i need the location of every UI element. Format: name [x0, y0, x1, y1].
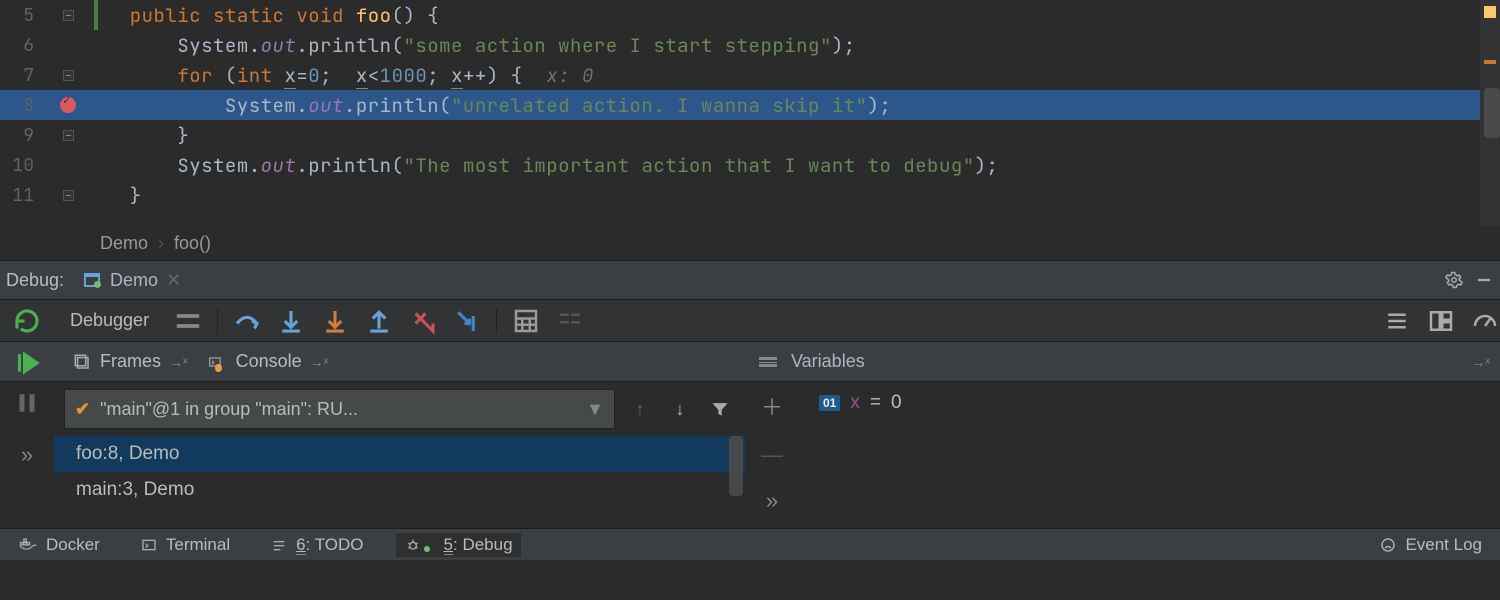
primitive-badge: 01	[819, 395, 840, 411]
frame-item[interactable]: main:3, Demo	[54, 472, 745, 508]
debug-label: Debug:	[6, 270, 64, 291]
restore-layout-button[interactable]	[1426, 306, 1456, 336]
trace-current-stream-chain-button[interactable]	[555, 306, 585, 336]
debug-toolbar: Debugger	[0, 300, 1500, 342]
line-number: 11	[0, 184, 42, 207]
frames-icon	[72, 352, 92, 372]
minimize-icon[interactable]	[1474, 270, 1494, 290]
step-over-button[interactable]	[232, 306, 262, 336]
code-editor[interactable]: 5 public static void foo() { 6 System.ou…	[0, 0, 1500, 226]
variables-label: Variables	[791, 351, 865, 372]
previous-frame-button[interactable]: ↑	[625, 394, 655, 424]
line-number: 7	[0, 64, 42, 87]
debugger-tab[interactable]: Debugger	[60, 306, 159, 335]
editor-scrollbar[interactable]	[1480, 0, 1500, 226]
evaluate-expression-button[interactable]	[511, 306, 541, 336]
docker-toolwindow-button[interactable]: Docker	[10, 533, 108, 557]
code-line[interactable]: 6 System.out.println("some action where …	[0, 30, 1500, 60]
drop-frame-button[interactable]	[408, 306, 438, 336]
line-number: 10	[0, 154, 42, 177]
resume-program-button[interactable]	[12, 348, 42, 378]
threads-icon[interactable]	[173, 306, 203, 336]
line-number: 6	[0, 34, 42, 57]
variable-row[interactable]: 01 x = 0	[819, 392, 1480, 414]
variables-header: Variables →ˣ	[745, 342, 1500, 381]
terminal-toolwindow-button[interactable]: Terminal	[132, 533, 238, 557]
more-icon[interactable]: »	[766, 488, 778, 514]
fold-icon[interactable]	[63, 10, 74, 21]
fold-icon[interactable]	[63, 70, 74, 81]
line-number: 5	[0, 4, 42, 27]
code-line[interactable]: 7 for (int x=0; x<1000; x++) { x: 0	[0, 60, 1500, 90]
chevron-down-icon: ▼	[586, 399, 604, 420]
code-line[interactable]: 11 }	[0, 180, 1500, 210]
status-bar: Docker Terminal 6: TODO 5: Debug Event L…	[0, 528, 1500, 560]
layout-settings-button[interactable]	[1382, 306, 1412, 336]
memory-profiler-button[interactable]	[1470, 306, 1500, 336]
add-watch-button[interactable]: ＋	[761, 390, 783, 422]
fold-icon[interactable]	[63, 130, 74, 141]
frames-tab-label: Frames	[100, 351, 161, 372]
settings-icon[interactable]	[1444, 270, 1464, 290]
debug-session-tab[interactable]: Demo ✕	[74, 266, 189, 295]
pause-program-button[interactable]	[12, 388, 42, 418]
chevron-right-icon: ›	[158, 233, 164, 254]
frames-tab[interactable]: Frames →ˣ	[62, 347, 198, 376]
debug-toolwindow-header: Debug: Demo ✕	[0, 260, 1500, 300]
warnings-indicator[interactable]	[1484, 6, 1496, 18]
breadcrumb-item[interactable]: foo()	[174, 233, 211, 254]
frame-item[interactable]: foo:8, Demo	[54, 436, 745, 472]
breakpoint-icon[interactable]	[60, 97, 76, 113]
fold-icon[interactable]	[63, 190, 74, 201]
execution-line[interactable]: 8 System.out.println("unrelated action. …	[0, 90, 1500, 120]
pin-icon[interactable]: →ˣ	[169, 354, 188, 370]
filter-frames-button[interactable]	[705, 394, 735, 424]
close-icon[interactable]: ✕	[166, 270, 181, 291]
variable-value: 0	[891, 392, 902, 414]
next-frame-button[interactable]: ↓	[665, 394, 695, 424]
pin-icon[interactable]: →ˣ	[1471, 354, 1500, 370]
run-config-icon	[82, 270, 102, 290]
scrollbar-thumb[interactable]	[729, 436, 743, 496]
breadcrumb[interactable]: Demo › foo()	[0, 226, 1500, 260]
line-number: 8	[0, 94, 42, 117]
code-line[interactable]: 9 }	[0, 120, 1500, 150]
debug-toolwindow-button[interactable]: 5: Debug	[396, 533, 521, 557]
more-icon[interactable]: »	[21, 442, 33, 468]
step-into-button[interactable]	[276, 306, 306, 336]
console-tab-label: Console	[236, 351, 302, 372]
frames-list[interactable]: foo:8, Demo main:3, Demo	[54, 436, 745, 528]
event-log-button[interactable]: Event Log	[1371, 533, 1490, 557]
force-step-into-button[interactable]	[320, 306, 350, 336]
rerun-button[interactable]	[12, 306, 42, 336]
console-icon	[208, 352, 228, 372]
console-tab[interactable]: Console →ˣ	[198, 347, 339, 376]
variable-name: x	[850, 392, 860, 414]
todo-toolwindow-button[interactable]: 6: TODO	[262, 533, 371, 557]
code-line[interactable]: 5 public static void foo() {	[0, 0, 1500, 30]
remove-watch-button[interactable]: —	[761, 442, 783, 468]
breadcrumb-item[interactable]: Demo	[100, 233, 148, 254]
variables-list[interactable]: 01 x = 0	[799, 382, 1500, 528]
debug-session-name: Demo	[110, 270, 158, 291]
code-line[interactable]: 10 System.out.println("The most importan…	[0, 150, 1500, 180]
line-number: 9	[0, 124, 42, 147]
check-icon: ✔	[75, 399, 90, 420]
equals-sign: =	[870, 392, 881, 414]
variables-icon	[759, 357, 777, 367]
run-to-cursor-button[interactable]	[452, 306, 482, 336]
pin-icon[interactable]: →ˣ	[310, 354, 329, 370]
thread-selector[interactable]: ✔ "main"@1 in group "main": RU... ▼	[64, 389, 615, 429]
thread-selector-text: "main"@1 in group "main": RU...	[100, 399, 358, 420]
scrollbar-thumb[interactable]	[1484, 88, 1500, 138]
step-out-button[interactable]	[364, 306, 394, 336]
